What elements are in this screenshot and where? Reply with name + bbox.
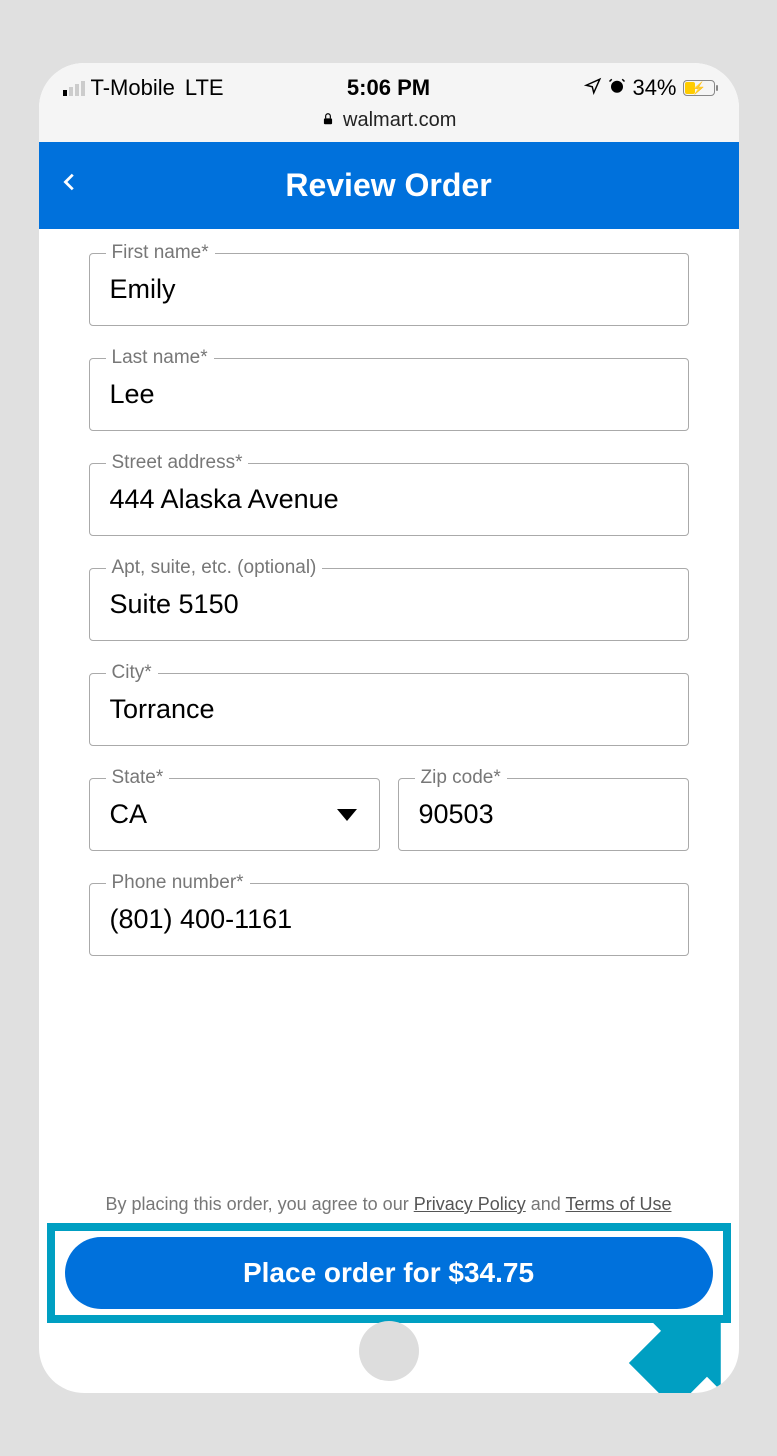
back-button[interactable] <box>59 166 81 205</box>
street-address-input[interactable] <box>110 484 668 515</box>
state-label: State* <box>106 767 170 789</box>
status-right: 34% ⚡ <box>584 75 714 101</box>
phone-number-field[interactable]: Phone number* <box>89 883 689 956</box>
carrier-label: T-Mobile <box>91 75 175 101</box>
clock-label: 5:06 PM <box>347 75 430 101</box>
apt-suite-input[interactable] <box>110 589 668 620</box>
state-field[interactable]: State* CA <box>89 778 380 851</box>
terms-of-use-link[interactable]: Terms of Use <box>565 1194 671 1214</box>
app-header: Review Order <box>39 142 739 229</box>
first-name-label: First name* <box>106 242 215 264</box>
first-name-input[interactable] <box>110 274 668 305</box>
phone-number-input[interactable] <box>110 904 668 935</box>
last-name-field[interactable]: Last name* <box>89 358 689 431</box>
privacy-policy-link[interactable]: Privacy Policy <box>414 1194 526 1214</box>
battery-percent-label: 34% <box>632 75 676 101</box>
url-domain: walmart.com <box>343 109 456 131</box>
form-content: First name* Last name* Street address* A… <box>39 229 739 1079</box>
status-bar: T-Mobile LTE 5:06 PM 34% ⚡ <box>39 63 739 105</box>
status-left: T-Mobile LTE <box>63 75 224 101</box>
battery-icon: ⚡ <box>683 80 715 96</box>
tutorial-arrow-icon <box>619 1298 739 1393</box>
state-value: CA <box>110 799 148 829</box>
apt-suite-label: Apt, suite, etc. (optional) <box>106 557 323 579</box>
phone-frame: T-Mobile LTE 5:06 PM 34% ⚡ walmart.com <box>39 63 739 1393</box>
street-address-label: Street address* <box>106 452 249 474</box>
page-title: Review Order <box>285 167 491 204</box>
alarm-icon <box>608 75 626 101</box>
signal-bars-icon <box>63 81 85 96</box>
zip-code-input[interactable] <box>419 799 668 830</box>
network-label: LTE <box>185 75 224 101</box>
zip-code-label: Zip code* <box>415 767 507 789</box>
zip-code-field[interactable]: Zip code* <box>398 778 689 851</box>
last-name-input[interactable] <box>110 379 668 410</box>
city-label: City* <box>106 662 158 684</box>
agreement-prefix: By placing this order, you agree to our <box>106 1194 414 1214</box>
chevron-down-icon <box>337 809 357 821</box>
city-input[interactable] <box>110 694 668 725</box>
place-order-button[interactable]: Place order for $34.75 <box>65 1237 713 1309</box>
apt-suite-field[interactable]: Apt, suite, etc. (optional) <box>89 568 689 641</box>
last-name-label: Last name* <box>106 347 214 369</box>
street-address-field[interactable]: Street address* <box>89 463 689 536</box>
lock-icon <box>321 113 339 130</box>
home-indicator[interactable] <box>359 1321 419 1381</box>
city-field[interactable]: City* <box>89 673 689 746</box>
location-icon <box>584 75 602 101</box>
url-bar: walmart.com <box>39 105 739 142</box>
agreement-and: and <box>526 1194 566 1214</box>
phone-number-label: Phone number* <box>106 872 250 894</box>
first-name-field[interactable]: First name* <box>89 253 689 326</box>
agreement-text: By placing this order, you agree to our … <box>39 1194 739 1223</box>
